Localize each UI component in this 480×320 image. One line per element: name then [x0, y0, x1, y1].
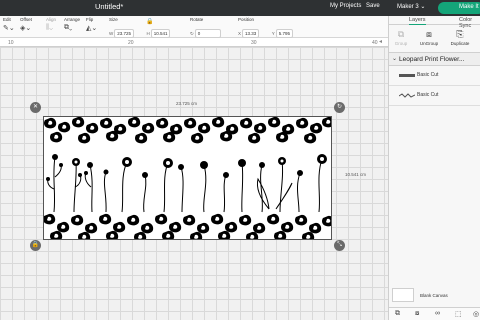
make-it-button[interactable]: Make It	[438, 2, 480, 14]
rotate-field[interactable]: 0	[194, 29, 221, 38]
lock-proportions-icon[interactable]: 🔒	[146, 18, 153, 25]
x-field[interactable]: 13.33	[242, 29, 260, 38]
layer-thumbnail-icon	[399, 74, 415, 77]
offset-label: Offset	[20, 17, 32, 22]
horizontal-ruler: 10 20 30 40 ◂	[0, 38, 388, 47]
layer-row[interactable]: Basic Cut	[389, 66, 480, 86]
position-label: Position	[238, 17, 255, 22]
blank-canvas-label: Blank Canvas	[420, 293, 448, 298]
panel-tabs: Layers Color Sync	[389, 16, 480, 29]
ruler-tick: 20	[128, 40, 134, 46]
lock-handle-icon[interactable]: 🔒	[30, 240, 41, 251]
document-title: Untitled*	[95, 2, 124, 11]
group-label: Group	[394, 41, 408, 46]
flower-heads	[46, 154, 327, 181]
combine-icon[interactable]: ⧇	[415, 310, 419, 318]
width-prefix: W	[109, 31, 114, 36]
duplicate-label: Duplicate	[450, 41, 470, 46]
machine-selector[interactable]: Maker 3 ⌄	[397, 3, 425, 10]
ruler-tick: 10	[8, 40, 14, 46]
pencil-icon: ✎⌄	[3, 25, 15, 32]
chevron-down-icon: ⌄	[420, 4, 426, 10]
group-button[interactable]: ⧉ Group	[386, 29, 416, 46]
ungroup-label: UnGroup	[419, 41, 439, 46]
ungroup-icon: ⧈	[426, 29, 432, 39]
resize-handle-icon[interactable]: ⤡	[334, 240, 345, 251]
contour-icon[interactable]: ◎	[473, 310, 479, 318]
ruler-tick: 30	[251, 40, 257, 46]
width-field[interactable]: 23.725	[114, 29, 135, 38]
machine-label: Maker 3	[397, 4, 419, 10]
group-icon: ⧉	[397, 29, 405, 39]
height-field[interactable]: 10.541	[150, 29, 171, 38]
flower-petals	[74, 157, 324, 165]
x-prefix: X	[238, 31, 242, 36]
offset-icon: ◈⌄	[20, 25, 32, 32]
tab-layers[interactable]: Layers	[409, 17, 426, 25]
height-dimension-label: 10.541 cm	[345, 172, 367, 177]
flip-group[interactable]: Flip ◭⌄	[86, 17, 97, 32]
size-label: Size	[109, 17, 118, 22]
edit-label: Edit	[3, 17, 11, 22]
align-group[interactable]: Align ⫼⌄	[46, 17, 56, 32]
arrange-group[interactable]: Arrange ⧉⌄	[64, 17, 80, 32]
chevron-down-icon[interactable]: ⌄	[392, 55, 397, 62]
layer-row[interactable]: Basic Cut	[389, 86, 480, 106]
ungroup-button[interactable]: ⧈ UnGroup	[414, 29, 444, 46]
align-icon: ⫼⌄	[46, 24, 53, 31]
duplicate-icon: ⎘	[456, 29, 464, 39]
layer-name: Basic Cut	[417, 72, 439, 78]
rotate-group: Rotate ↻ 0	[190, 17, 221, 40]
blank-canvas-swatch[interactable]	[392, 288, 414, 302]
flip-icon: ◭⌄	[86, 25, 98, 32]
y-prefix: Y	[271, 31, 275, 36]
arrange-icon: ⧉⌄	[64, 24, 73, 31]
edit-group[interactable]: Edit ✎⌄	[3, 17, 15, 32]
duplicate-button[interactable]: ⎘ Duplicate	[445, 29, 475, 46]
attach-icon[interactable]: ∞	[435, 310, 440, 317]
height-prefix: H	[146, 31, 150, 36]
layer-thumbnail-icon	[399, 93, 415, 98]
rotate-handle-icon[interactable]: ↻	[334, 102, 345, 113]
leopard-flower-artwork	[44, 117, 331, 239]
leopard-flower-design[interactable]	[43, 116, 332, 240]
arrange-label: Arrange	[64, 17, 81, 22]
my-projects-link[interactable]: My Projects	[330, 3, 361, 9]
bottom-leopard-band	[44, 213, 331, 239]
y-field[interactable]: 5.795	[275, 29, 294, 38]
position-group: Position X 13.33 Y 5.795	[238, 17, 294, 40]
layer-group-row[interactable]: ⌄ Leopard Print Flower...	[389, 52, 480, 66]
layer-group-name: Leopard Print Flower...	[399, 56, 465, 63]
collapse-panel-icon[interactable]: ◂	[379, 38, 382, 45]
layers-panel: Layers Color Sync ⧉ Group ⧈ UnGroup ⎘ Du…	[388, 16, 480, 320]
ruler-tick: 40	[372, 40, 378, 46]
edit-toolbar: Edit ✎⌄ Offset ◈⌄ Align ⫼⌄ Arrange ⧉⌄ Fl…	[0, 16, 388, 38]
flip-label: Flip	[86, 17, 94, 22]
offset-group[interactable]: Offset ◈⌄	[20, 17, 32, 32]
width-dimension-label: 23.725 cm	[176, 101, 198, 106]
flatten-icon[interactable]: ⬚	[455, 310, 462, 318]
size-group: Size W 23.725 H 10.541	[109, 17, 171, 40]
align-label: Align	[46, 17, 57, 22]
top-header: Untitled* My Projects Save Maker 3 ⌄ Mak…	[0, 0, 480, 16]
delete-handle-icon[interactable]: ✕	[30, 102, 41, 113]
rotate-label: Rotate	[190, 17, 204, 22]
top-leopard-band	[44, 117, 331, 144]
rotate-icon: ↻	[190, 31, 194, 36]
save-link[interactable]: Save	[366, 3, 380, 9]
panel-bottom-toolbar: ⧉ ⧇ ∞ ⬚ ◎	[389, 307, 480, 320]
slice-icon[interactable]: ⧉	[395, 310, 400, 318]
layer-name: Basic Cut	[417, 92, 439, 98]
